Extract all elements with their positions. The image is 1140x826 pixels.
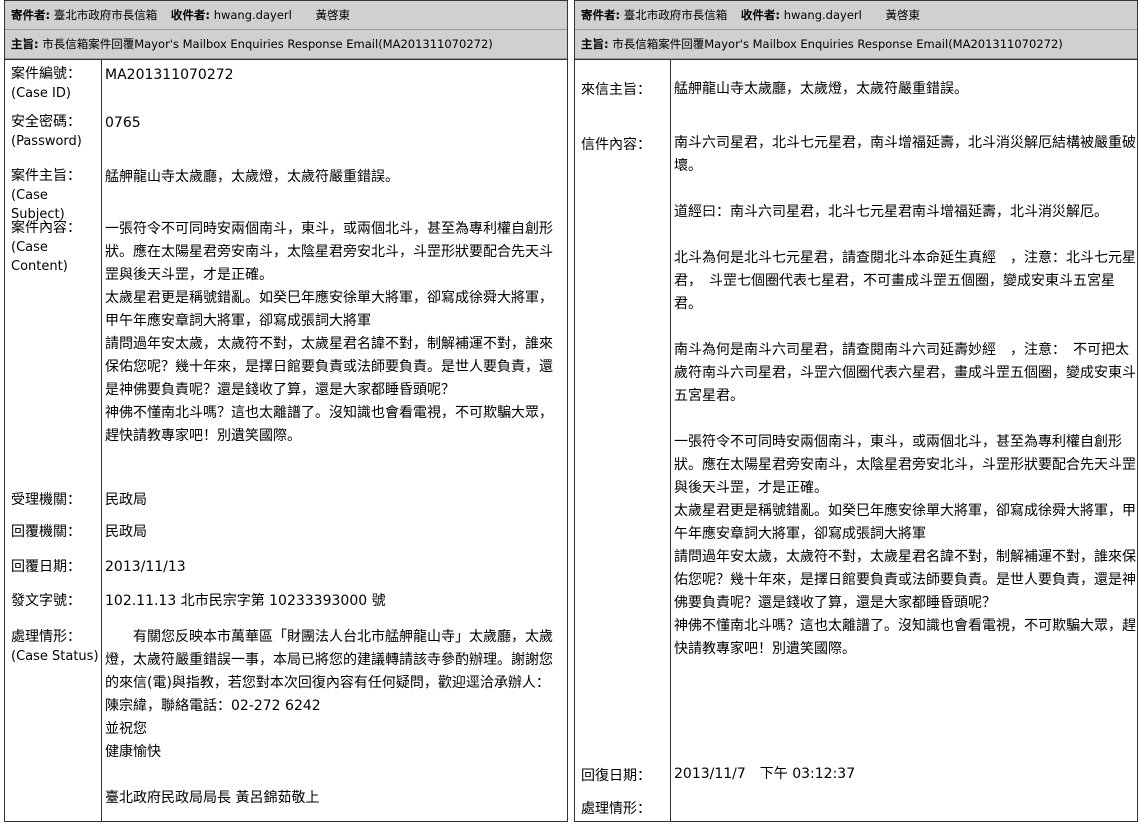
status-label: 處理情形： [581, 801, 651, 817]
recipient-value: hwang.dayerl [783, 8, 862, 22]
email-header-subject: 主旨: 市長信箱案件回覆Mayor's Mailbox Enquiries Re… [5, 30, 567, 59]
reply-agency-value: 民政局 [105, 524, 147, 540]
status-label: 處理情形： (Case Status) [11, 629, 99, 664]
case-content-label: 案件內容： (Case Content) [11, 220, 81, 274]
sender-label: 寄件者: [11, 8, 51, 22]
column-divider [670, 60, 671, 821]
doc-number-label: 發文字號： [11, 593, 81, 609]
column-divider [101, 60, 102, 821]
subject-value: 市長信箱案件回覆Mayor's Mailbox Enquiries Respon… [612, 37, 1063, 51]
reply-date-label: 回復日期： [581, 768, 651, 784]
status-value: 有關您反映本市萬華區「財團法人台北市艋舺龍山寺」太歲廳，太歲燈，太歲符嚴重錯誤一… [105, 629, 553, 806]
sender-label: 寄件者: [581, 8, 621, 22]
email-header-from: 寄件者: 臺北市政府市長信箱 收件者: hwang.dayerl 黃啓東 [5, 1, 567, 30]
case-id-label: 案件編號： (Case ID) [11, 66, 81, 101]
email-header-subject: 主旨: 市長信箱案件回覆Mayor's Mailbox Enquiries Re… [575, 30, 1137, 59]
mail-subject-label: 來信主旨： [581, 82, 651, 98]
recipient-label: 收件者: [740, 8, 781, 22]
case-id-value: MA201311070272 [105, 67, 234, 83]
reply-body: 案件編號： (Case ID) MA201311070272 安全密碼： (Pass… [5, 59, 567, 821]
doc-number-value: 102.11.13 北市民宗字第 10233393000 號 [105, 593, 386, 609]
password-value: 0765 [105, 115, 141, 131]
reply-date-value: 2013/11/13 [105, 559, 186, 575]
sender-value: 臺北市政府市長信箱 [53, 8, 158, 22]
subject-label: 主旨: [11, 37, 39, 51]
reply-date-value: 2013/11/7 下午 03:12:37 [674, 766, 856, 782]
case-subject-label: 案件主旨： (Case Subject) [11, 168, 81, 222]
reply-date-label: 回覆日期： [11, 559, 81, 575]
original-email-panel: 寄件者: 臺北市政府市長信箱 收件者: hwang.dayerl 黃啓東 主旨:… [574, 0, 1138, 822]
subject-label: 主旨: [581, 37, 609, 51]
subject-value: 市長信箱案件回覆Mayor's Mailbox Enquiries Respon… [42, 37, 493, 51]
recipient-value: hwang.dayerl [213, 8, 292, 22]
recipient-name: 黃啓東 [885, 8, 920, 22]
sender-value: 臺北市政府市長信箱 [623, 8, 728, 22]
email-header-from: 寄件者: 臺北市政府市長信箱 收件者: hwang.dayerl 黃啓東 [575, 1, 1137, 30]
password-label: 安全密碼： (Password) [11, 114, 82, 149]
mail-subject-value: 艋舺龍山寺太歲廳，太歲燈，太歲符嚴重錯誤。 [674, 81, 968, 97]
reply-email-panel: 寄件者: 臺北市政府市長信箱 收件者: hwang.dayerl 黃啓東 主旨:… [4, 0, 568, 822]
agency-value: 民政局 [105, 492, 147, 508]
original-body: 來信主旨： 艋舺龍山寺太歲廳，太歲燈，太歲符嚴重錯誤。 信件內容： 南斗六司星君… [575, 59, 1137, 821]
agency-label: 受理機關： [11, 492, 81, 508]
recipient-label: 收件者: [170, 8, 211, 22]
case-subject-value: 艋舺龍山寺太歲廳，太歲燈，太歲符嚴重錯誤。 [105, 169, 399, 185]
case-content-value: 一張符令不可同時安兩個南斗，東斗，或兩個北斗，甚至為專利權自創形狀。應在太陽星君… [105, 221, 553, 444]
recipient-name: 黃啓東 [315, 8, 350, 22]
mail-content-label: 信件內容： [581, 137, 651, 153]
reply-agency-label: 回覆機關： [11, 524, 81, 540]
mail-content-value: 南斗六司星君，北斗七元星君，南斗增福延壽，北斗消災解厄結構被嚴重破壞。 道經曰：… [674, 135, 1136, 657]
